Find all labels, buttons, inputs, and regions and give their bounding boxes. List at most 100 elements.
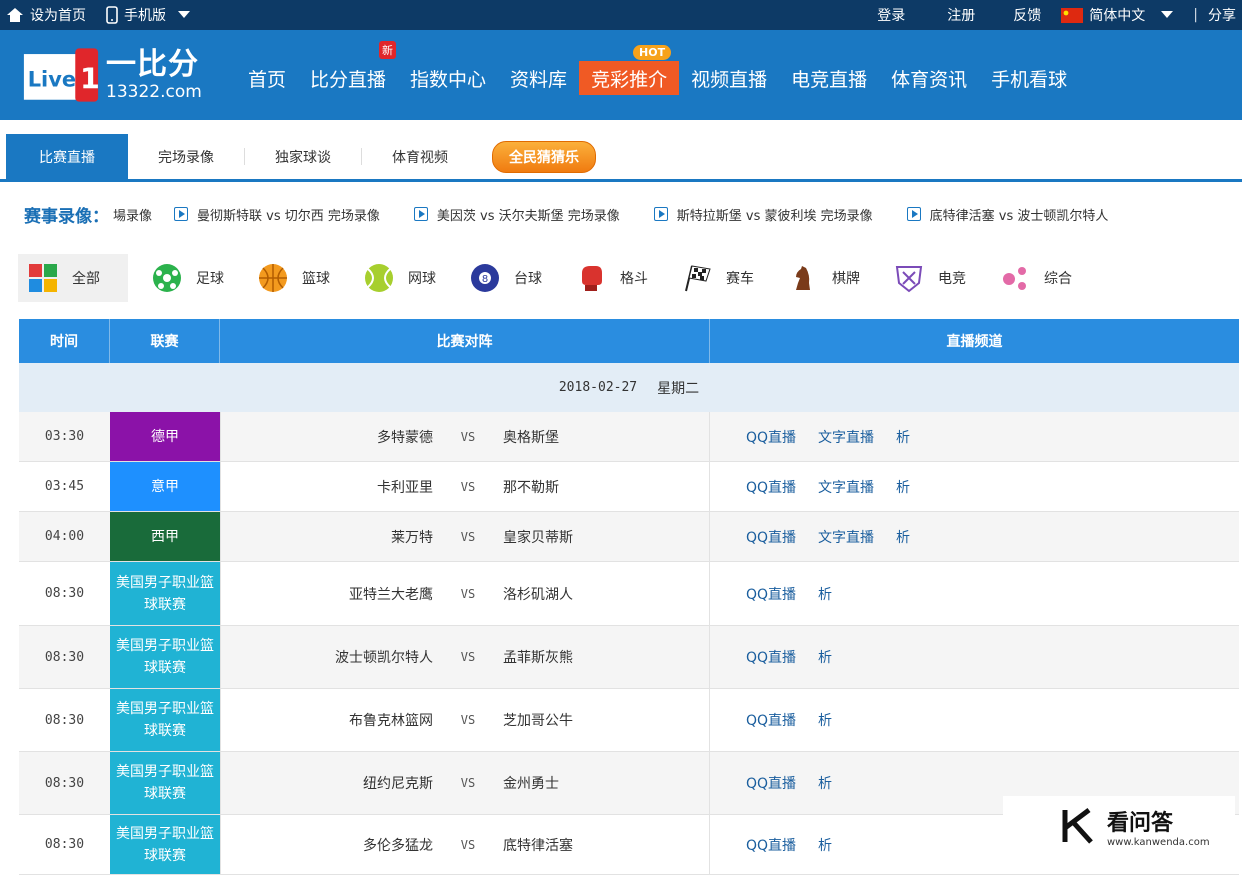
nav-database[interactable]: 资料库 <box>498 61 579 95</box>
tab-full-replays[interactable]: 完场录像 <box>128 134 244 179</box>
home-team[interactable]: 多特蒙德 <box>221 427 433 447</box>
sport-general[interactable]: 综合 <box>990 254 1082 302</box>
analysis-link[interactable]: 析 <box>818 835 832 855</box>
home-team[interactable]: 莱万特 <box>221 527 433 547</box>
grid-icon <box>29 264 57 292</box>
replay-item[interactable]: 底特律活塞 vs 波士顿凯尔特人 <box>906 205 1108 224</box>
nav-odds-center[interactable]: 指数中心 <box>398 61 498 95</box>
sport-all[interactable]: 全部 <box>18 254 128 302</box>
replay-item[interactable]: 美因茨 vs 沃尔夫斯堡 完场录像 <box>413 205 620 224</box>
home-team[interactable]: 卡利亚里 <box>221 477 433 497</box>
analysis-link[interactable]: 析 <box>818 710 832 730</box>
date-row: 2018-02-27 星期二 <box>19 363 1239 412</box>
table-row: 08:30 美国男子职业篮球联赛 亚特兰大老鹰 VS 洛杉矶湖人 QQ直播 析 <box>19 562 1239 626</box>
league-badge[interactable]: 美国男子职业篮球联赛 <box>110 815 220 874</box>
nav-mobile-watch[interactable]: 手机看球 <box>979 61 1079 95</box>
channel-link[interactable]: QQ直播 <box>746 527 796 547</box>
analysis-link[interactable]: 析 <box>818 647 832 667</box>
league-badge[interactable]: 美国男子职业篮球联赛 <box>110 752 220 814</box>
channel-link[interactable]: QQ直播 <box>746 584 796 604</box>
table-row: 08:30 美国男子职业篮球联赛 波士顿凯尔特人 VS 孟菲斯灰熊 QQ直播 析 <box>19 626 1239 689</box>
channel-link[interactable]: QQ直播 <box>746 710 796 730</box>
top-bar: 设为首页 手机版 登录 注册 反馈 简体中文 | 分享 <box>0 0 1242 30</box>
match-time: 08:30 <box>44 837 85 852</box>
chess-knight-icon <box>796 266 810 290</box>
watermark-title: 看问答 <box>1107 810 1174 836</box>
login-link[interactable]: 登录 <box>877 5 905 25</box>
sport-esports[interactable]: 电竞 <box>884 254 976 302</box>
matchup: 多特蒙德 VS 奥格斯堡 <box>220 412 710 461</box>
nav-live-scores[interactable]: 比分直播新 <box>298 41 398 95</box>
nav-esports-live[interactable]: 电竞直播 <box>779 61 879 95</box>
league-badge[interactable]: 美国男子职业篮球联赛 <box>110 689 220 751</box>
vs-label: VS <box>460 837 476 852</box>
channel-link[interactable]: 文字直播 <box>818 427 874 447</box>
channel-link[interactable]: QQ直播 <box>746 773 796 793</box>
register-link[interactable]: 注册 <box>947 5 975 25</box>
mobile-version-dropdown[interactable]: 手机版 <box>106 5 190 25</box>
matchup: 多伦多猛龙 VS 底特律活塞 <box>220 815 710 874</box>
sport-football[interactable]: 足球 <box>142 254 234 302</box>
live1-logo-icon: Live 1 <box>23 48 100 102</box>
league-badge[interactable]: 西甲 <box>110 512 220 561</box>
replay-item[interactable]: 斯特拉斯堡 vs 蒙彼利埃 完场录像 <box>653 205 873 224</box>
away-team[interactable]: 金州勇士 <box>503 773 709 793</box>
share-link[interactable]: 分享 <box>1208 5 1236 25</box>
feedback-link[interactable]: 反馈 <box>1013 5 1041 25</box>
analysis-link[interactable]: 析 <box>896 527 910 547</box>
channel-link[interactable]: QQ直播 <box>746 477 796 497</box>
vs-label: VS <box>460 429 476 444</box>
tab-exclusive-talk[interactable]: 独家球谈 <box>245 134 361 179</box>
site-logo[interactable]: Live 1 一比分 13322.com <box>22 44 236 106</box>
channel-link[interactable]: QQ直播 <box>746 647 796 667</box>
channel-links: QQ直播 析 <box>710 689 1239 751</box>
channel-link[interactable]: 文字直播 <box>818 477 874 497</box>
analysis-link[interactable]: 析 <box>896 477 910 497</box>
away-team[interactable]: 底特律活塞 <box>503 835 709 855</box>
nav-home[interactable]: 首页 <box>236 61 298 95</box>
sub-tabs: 比赛直播 完场录像 独家球谈 体育视频 全民猜猜乐 <box>0 134 1242 182</box>
set-home-link[interactable]: 设为首页 <box>6 5 86 25</box>
col-league: 联赛 <box>110 319 220 363</box>
away-team[interactable]: 奥格斯堡 <box>503 427 709 447</box>
sport-basketball[interactable]: 篮球 <box>248 254 340 302</box>
replay-item[interactable]: 曼彻斯特联 vs 切尔西 完场录像 <box>174 205 380 224</box>
channel-links: QQ直播 文字直播 析 <box>710 412 1239 461</box>
channel-link[interactable]: QQ直播 <box>746 427 796 447</box>
home-team[interactable]: 纽约尼克斯 <box>221 773 433 793</box>
home-team[interactable]: 波士顿凯尔特人 <box>221 647 433 667</box>
league-badge[interactable]: 美国男子职业篮球联赛 <box>110 562 220 625</box>
china-flag-icon <box>1061 7 1084 23</box>
language-dropdown[interactable]: 简体中文 <box>1061 5 1174 25</box>
sport-racing[interactable]: 赛车 <box>672 254 764 302</box>
channel-link[interactable]: 文字直播 <box>818 527 874 547</box>
sport-billiards[interactable]: 8 台球 <box>460 254 552 302</box>
nav-video-live[interactable]: 视频直播 <box>679 61 779 95</box>
sport-combat[interactable]: 格斗 <box>566 254 658 302</box>
away-team[interactable]: 芝加哥公牛 <box>503 710 709 730</box>
away-team[interactable]: 皇家贝蒂斯 <box>503 527 709 547</box>
analysis-link[interactable]: 析 <box>896 427 910 447</box>
replay-item-partial[interactable]: 場录像 <box>113 205 152 224</box>
channel-link[interactable]: QQ直播 <box>746 835 796 855</box>
league-badge[interactable]: 德甲 <box>110 412 220 461</box>
nav-lottery-tips[interactable]: 竞彩推介 HOT <box>579 45 680 95</box>
tab-sports-video[interactable]: 体育视频 <box>362 134 478 179</box>
sport-board-games[interactable]: 棋牌 <box>778 254 870 302</box>
away-team[interactable]: 孟菲斯灰熊 <box>503 647 709 667</box>
home-team[interactable]: 亚特兰大老鹰 <box>221 584 433 604</box>
home-team[interactable]: 布鲁克林篮网 <box>221 710 433 730</box>
league-badge[interactable]: 意甲 <box>110 462 220 511</box>
nav-sports-news[interactable]: 体育资讯 <box>879 61 979 95</box>
league-badge[interactable]: 美国男子职业篮球联赛 <box>110 626 220 688</box>
sport-tennis[interactable]: 网球 <box>354 254 446 302</box>
matchup: 布鲁克林篮网 VS 芝加哥公牛 <box>220 689 710 751</box>
home-team[interactable]: 多伦多猛龙 <box>221 835 433 855</box>
away-team[interactable]: 洛杉矶湖人 <box>503 584 709 604</box>
analysis-link[interactable]: 析 <box>818 773 832 793</box>
play-icon <box>653 207 668 221</box>
away-team[interactable]: 那不勒斯 <box>503 477 709 497</box>
analysis-link[interactable]: 析 <box>818 584 832 604</box>
guess-game-button[interactable]: 全民猜猜乐 <box>492 140 596 173</box>
tab-match-live[interactable]: 比赛直播 <box>6 134 128 179</box>
